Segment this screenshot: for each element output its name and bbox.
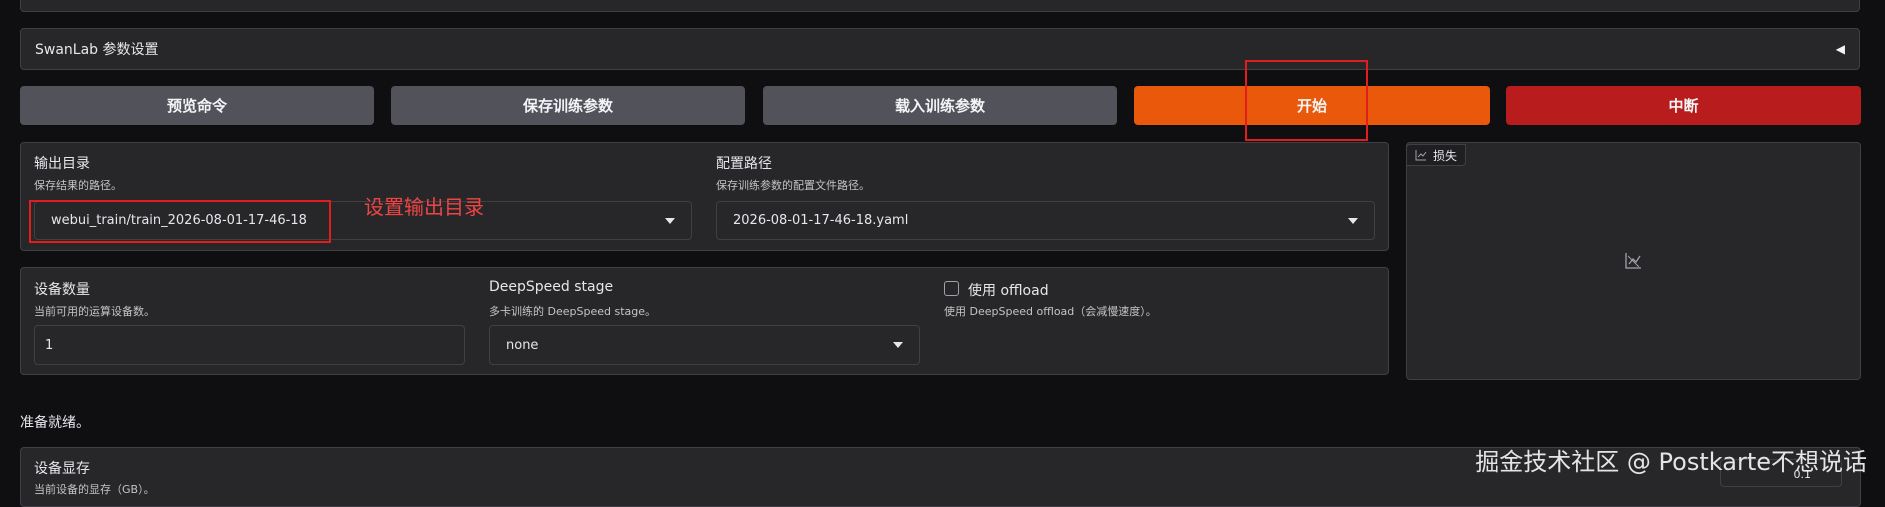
config-path-value: 2026-08-01-17-46-18.yaml	[733, 213, 909, 228]
previous-panel-edge	[20, 0, 1860, 12]
config-path-dropdown[interactable]: 2026-08-01-17-46-18.yaml	[716, 201, 1375, 240]
offload-label: 使用 offload	[968, 283, 1049, 299]
output-dir-annotation: 设置输出目录	[364, 195, 484, 219]
save-args-button[interactable]: 保存训练参数	[391, 86, 745, 125]
output-dir-highlight-box	[29, 200, 331, 243]
swanlab-settings-accordion[interactable]: SwanLab 参数设置 ◀	[20, 28, 1860, 70]
start-highlight-box	[1245, 60, 1368, 141]
chevron-down-icon[interactable]	[665, 217, 675, 224]
config-path-info: 保存训练参数的配置文件路径。	[716, 179, 870, 192]
chevron-down-icon[interactable]	[1348, 217, 1358, 224]
offload-info: 使用 DeepSpeed offload（会减慢速度）。	[944, 305, 1157, 318]
device-count-info: 当前可用的运算设备数。	[34, 305, 155, 318]
deepspeed-stage-value: none	[506, 337, 539, 353]
loss-plot-tag: 损失	[1406, 144, 1467, 166]
memory-info: 当前设备的显存（GB）。	[34, 483, 155, 496]
config-path-label: 配置路径	[716, 156, 772, 172]
loss-plot-label: 损失	[1433, 148, 1458, 163]
chevron-down-icon[interactable]	[893, 342, 903, 348]
device-count-field[interactable]: 1	[34, 325, 465, 365]
chart-icon	[1415, 150, 1427, 161]
load-args-button[interactable]: 载入训练参数	[763, 86, 1117, 125]
abort-button[interactable]: 中断	[1506, 86, 1861, 125]
output-dir-info: 保存结果的路径。	[34, 179, 122, 192]
output-dir-label: 输出目录	[34, 156, 90, 172]
accordion-title: SwanLab 参数设置	[35, 42, 159, 58]
memory-label: 设备显存	[34, 461, 90, 477]
offload-checkbox[interactable]	[944, 281, 959, 296]
watermark-text: 掘金技术社区 @ Postkarte不想说话	[1475, 448, 1867, 476]
deepspeed-stage-dropdown[interactable]: none	[489, 325, 920, 365]
empty-chart-icon	[1625, 253, 1641, 269]
collapse-arrow-icon[interactable]: ◀	[1836, 42, 1845, 56]
deepspeed-stage-info: 多卡训练的 DeepSpeed stage。	[489, 305, 656, 318]
deepspeed-stage-label: DeepSpeed stage	[489, 279, 614, 295]
device-count-value: 1	[45, 337, 54, 353]
status-text: 准备就绪。	[20, 415, 90, 431]
preview-command-button[interactable]: 预览命令	[20, 86, 374, 125]
device-count-label: 设备数量	[34, 282, 90, 298]
